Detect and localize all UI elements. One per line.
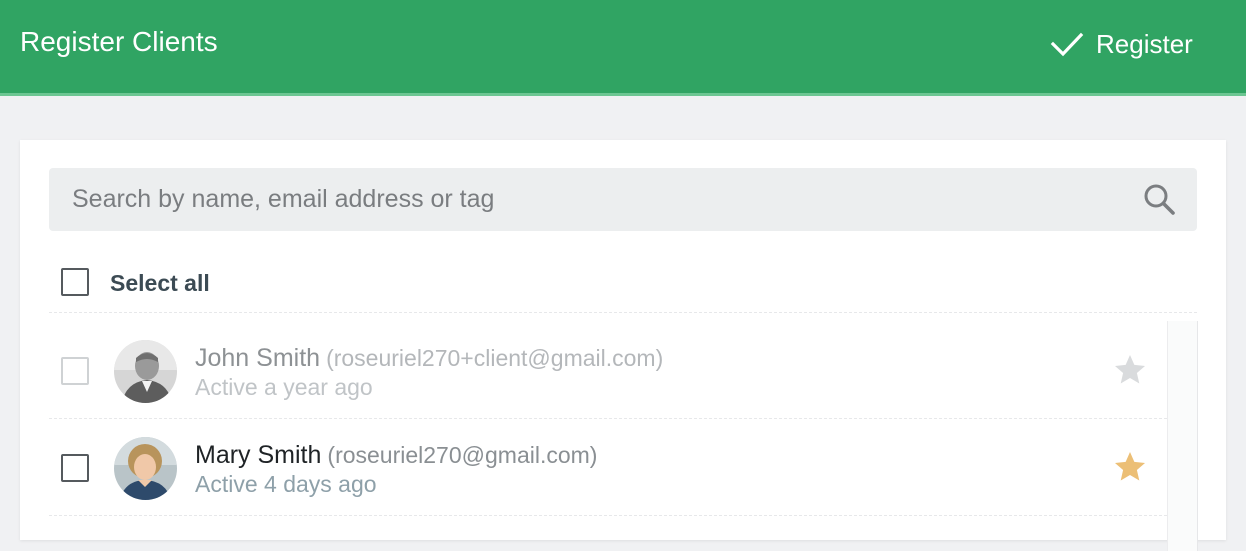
select-all-checkbox[interactable] [61,268,89,296]
client-row[interactable]: Mary Smith (roseuriel270@gmail.com) Activ… [49,418,1167,516]
avatar [114,437,177,500]
register-button-label: Register [1096,29,1193,59]
app-header: Register Clients Register [0,0,1246,96]
client-list-card: Select all John Smith(roseuriel270+clien… [20,140,1226,551]
register-button[interactable]: Register [1050,24,1193,64]
client-name: John Smith [195,344,321,372]
select-all-row: Select all [49,264,1197,313]
select-all-label: Select all [110,270,210,296]
client-email: (roseuriel270@gmail.com) [327,442,598,468]
client-status: Active a year ago [195,374,373,400]
star-icon[interactable] [1112,352,1148,388]
checkmark-icon [1050,32,1084,57]
client-name: Mary Smith [195,441,322,469]
client-list: John Smith (roseuriel270+client@gmail.com… [49,321,1198,551]
search-icon[interactable] [1142,182,1178,218]
avatar [114,340,177,403]
search-input[interactable] [49,168,1129,231]
client-row[interactable]: John Smith (roseuriel270+client@gmail.com… [49,321,1167,419]
client-checkbox[interactable] [61,454,89,482]
page-title: Register Clients [20,26,218,57]
client-name-line: Mary Smith (roseuriel270@gmail.com) [195,440,597,470]
scrollbar[interactable] [1167,321,1197,551]
client-checkbox[interactable] [61,357,89,385]
client-email: (roseuriel270+client@gmail.com) [326,345,664,371]
search-bar [49,168,1197,231]
client-status: Active 4 days ago [195,471,377,497]
star-icon[interactable] [1112,449,1148,485]
client-name-line: John Smith (roseuriel270+client@gmail.com… [195,343,663,373]
